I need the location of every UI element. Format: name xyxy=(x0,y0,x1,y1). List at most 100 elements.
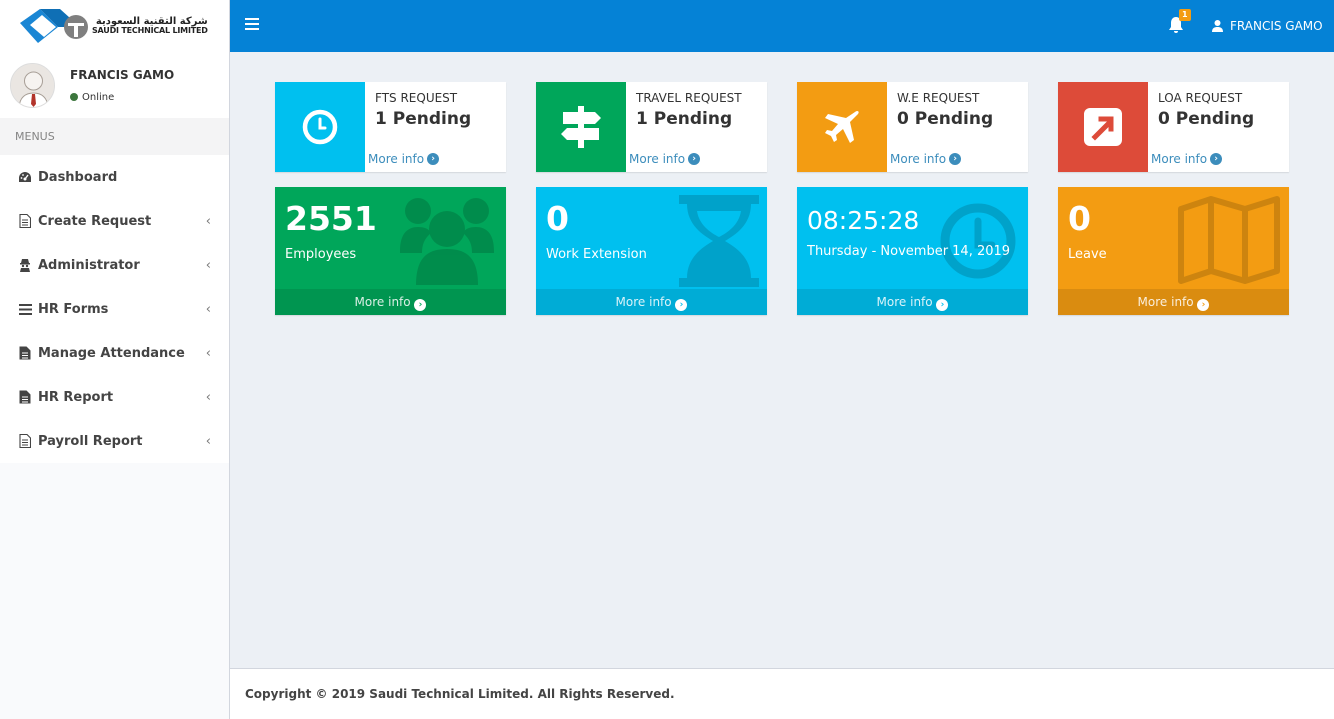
more-info-link[interactable]: More info › xyxy=(890,152,962,166)
sidebar-item-payroll-report[interactable]: Payroll Report ‹ xyxy=(0,419,229,463)
chevron-left-icon: ‹ xyxy=(205,301,211,317)
info-box-value: 1 Pending xyxy=(636,109,733,129)
info-box-value: 1 Pending xyxy=(375,109,472,129)
plane-icon xyxy=(825,110,859,143)
arrow-circle-right-icon: › xyxy=(936,299,949,311)
sidebar-item-hr-report[interactable]: HR Report ‹ xyxy=(0,375,229,419)
small-box-label: Work Extension xyxy=(546,247,647,262)
arrow-circle-right-icon: › xyxy=(1210,153,1223,165)
current-time: 08:25:28 xyxy=(807,206,920,235)
info-box-loa-request: LOA REQUEST 0 Pending More info › xyxy=(1058,82,1289,172)
info-box-title: W.E REQUEST xyxy=(897,91,980,105)
sidebar-item-label: Create Request xyxy=(38,213,152,229)
small-box-value: 0 xyxy=(1068,199,1091,238)
online-dot-icon xyxy=(70,93,78,101)
chevron-left-icon: ‹ xyxy=(205,257,211,273)
brand-english: SAUDI TECHNICAL LIMITED xyxy=(92,26,208,35)
info-box-title: LOA REQUEST xyxy=(1158,91,1243,105)
more-info-link[interactable]: More info › xyxy=(1058,289,1289,315)
small-box-clock: 08:25:28 Thursday - November 14, 2019 Mo… xyxy=(797,187,1028,315)
sidebar-item-label: Administrator xyxy=(38,257,140,273)
more-info-label: More info xyxy=(1151,152,1208,166)
info-box-value: 0 Pending xyxy=(1158,109,1255,129)
menu-header: MENUS xyxy=(0,118,229,155)
more-info-label: More info xyxy=(876,295,933,309)
more-info-link[interactable]: More info › xyxy=(275,289,506,315)
info-box-icon xyxy=(1058,82,1148,172)
arrow-circle-right-icon: › xyxy=(675,299,688,311)
avatar-icon xyxy=(11,63,54,107)
top-navbar: 1 FRANCIS GAMO xyxy=(230,0,1334,52)
user-status: Online xyxy=(70,92,174,103)
signpost-icon xyxy=(561,106,601,148)
chevron-left-icon: ‹ xyxy=(205,213,211,229)
arrow-circle-right-icon: › xyxy=(688,153,701,165)
notification-badge: 1 xyxy=(1179,9,1191,21)
user-panel: FRANCIS GAMO Online xyxy=(0,52,229,118)
more-info-link[interactable]: More info › xyxy=(629,152,701,166)
sidebar-item-hr-forms[interactable]: HR Forms ‹ xyxy=(0,287,229,331)
more-info-label: More info xyxy=(368,152,425,166)
logo-mark-icon xyxy=(20,9,88,43)
sidebar-item-administrator[interactable]: Administrator ‹ xyxy=(0,243,229,287)
sidebar-item-create-request[interactable]: Create Request ‹ xyxy=(0,199,229,243)
info-box-travel-request: TRAVEL REQUEST 1 Pending More info › xyxy=(536,82,767,172)
status-label: Online xyxy=(82,91,115,103)
file-icon xyxy=(18,214,32,228)
list-icon xyxy=(18,302,32,316)
sidebar-item-dashboard[interactable]: Dashboard xyxy=(0,155,229,199)
info-box-title: TRAVEL REQUEST xyxy=(636,91,742,105)
arrow-circle-right-icon: › xyxy=(1197,299,1210,311)
sidebar-item-label: Dashboard xyxy=(38,169,118,185)
more-info-link[interactable]: More info › xyxy=(797,289,1028,315)
small-box-work-extension: 0 Work Extension More info › xyxy=(536,187,767,315)
current-date: Thursday - November 14, 2019 xyxy=(807,244,1011,259)
info-box-value: 0 Pending xyxy=(897,109,994,129)
avatar xyxy=(10,62,55,108)
more-info-link[interactable]: More info › xyxy=(1151,152,1223,166)
page-footer: Copyright © 2019 Saudi Technical Limited… xyxy=(230,668,1334,719)
arrow-circle-right-icon: › xyxy=(949,153,962,165)
more-info-label: More info xyxy=(615,295,672,309)
more-info-label: More info xyxy=(890,152,947,166)
more-info-label: More info xyxy=(354,295,411,309)
info-box-icon xyxy=(797,82,887,172)
file-text-icon xyxy=(18,346,32,360)
info-box-title: FTS REQUEST xyxy=(375,91,458,105)
clock-icon xyxy=(302,109,338,145)
user-menu-name: FRANCIS GAMO xyxy=(1230,19,1323,33)
more-info-label: More info xyxy=(1137,295,1194,309)
copyright-text: Copyright © 2019 Saudi Technical Limited… xyxy=(245,687,675,701)
small-box-label: Leave xyxy=(1068,247,1107,262)
external-link-icon xyxy=(1084,108,1122,146)
info-box-fts-request: FTS REQUEST 1 Pending More info › xyxy=(275,82,506,172)
sidebar-item-label: HR Forms xyxy=(38,301,109,317)
small-box-label: Employees xyxy=(285,247,357,262)
info-box-icon xyxy=(536,82,626,172)
user-icon xyxy=(1212,20,1223,32)
file-text-icon xyxy=(18,390,32,404)
more-info-link[interactable]: More info › xyxy=(536,289,767,315)
sidebar-item-label: HR Report xyxy=(38,389,114,405)
more-info-label: More info xyxy=(629,152,686,166)
info-box-icon xyxy=(275,82,365,172)
file-icon xyxy=(18,434,32,448)
small-box-employees: 2551 Employees More info › xyxy=(275,187,506,315)
sidebar-toggle-icon[interactable] xyxy=(245,18,259,32)
arrow-circle-right-icon: › xyxy=(427,153,440,165)
user-menu[interactable]: FRANCIS GAMO xyxy=(1212,0,1323,52)
logo[interactable]: شركة التقنية السعودية SAUDI TECHNICAL LI… xyxy=(0,0,229,52)
user-name: FRANCIS GAMO xyxy=(70,67,175,82)
sidebar-item-label: Payroll Report xyxy=(38,433,143,449)
sidebar-item-manage-attendance[interactable]: Manage Attendance ‹ xyxy=(0,331,229,375)
chevron-left-icon: ‹ xyxy=(205,433,211,449)
more-info-link[interactable]: More info › xyxy=(368,152,440,166)
arrow-circle-right-icon: › xyxy=(414,299,427,311)
user-secret-icon xyxy=(18,258,32,272)
chevron-left-icon: ‹ xyxy=(205,345,211,361)
sidebar-menu: Dashboard Create Request ‹ Administrator… xyxy=(0,155,229,463)
small-box-value: 0 xyxy=(546,199,569,238)
info-box-we-request: W.E REQUEST 0 Pending More info › xyxy=(797,82,1028,172)
sidebar: شركة التقنية السعودية SAUDI TECHNICAL LI… xyxy=(0,0,230,719)
small-box-leave: 0 Leave More info › xyxy=(1058,187,1289,315)
